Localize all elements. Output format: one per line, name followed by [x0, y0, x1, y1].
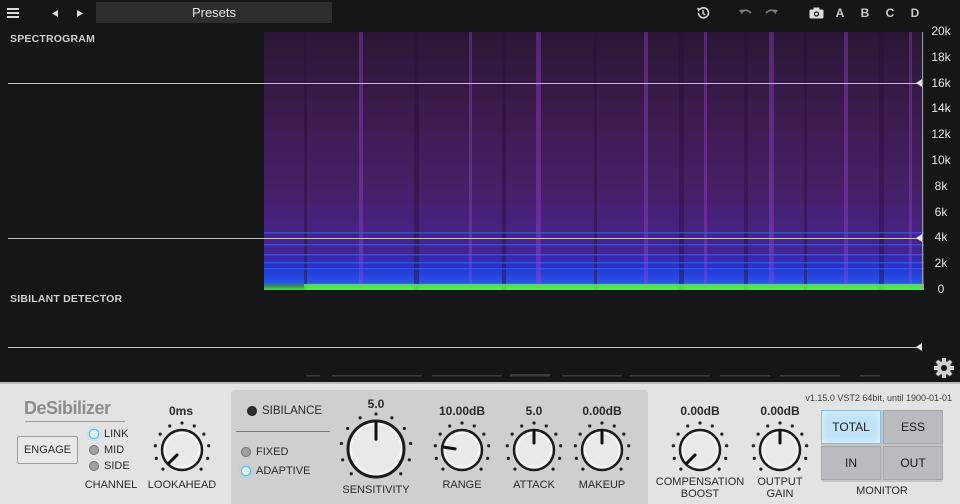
next-preset-button[interactable]: [73, 3, 87, 23]
undo-icon[interactable]: [736, 3, 756, 23]
version-text: v1.15.0 VST2 64bit, until 1900-01-01: [805, 393, 952, 403]
engage-button[interactable]: ENGAGE: [17, 436, 78, 464]
detector-title: SIBILANT DETECTOR: [10, 293, 123, 305]
detector-threshold-handle[interactable]: [916, 343, 922, 351]
freq-label: 20k: [931, 24, 951, 38]
reset-icon[interactable]: [692, 3, 714, 23]
plugin-logo: DeSibilizer: [24, 398, 111, 418]
spectrogram-title: SPECTROGRAM: [10, 33, 96, 45]
gear-icon[interactable]: [933, 357, 955, 379]
channel-mid-radio[interactable]: [89, 445, 99, 455]
output-gain-knob[interactable]: [749, 418, 811, 478]
upper-threshold-line[interactable]: [8, 83, 920, 84]
freq-label: 10k: [931, 153, 951, 167]
output-gain-value: 0.00dB: [760, 404, 800, 418]
compensation-boost-knob[interactable]: [669, 418, 731, 478]
slot-a-button[interactable]: A: [832, 3, 848, 23]
makeup-knob[interactable]: [571, 418, 633, 478]
hamburger-icon[interactable]: [5, 3, 21, 23]
freq-label: 14k: [931, 101, 951, 116]
attack-knob[interactable]: [503, 418, 565, 478]
range-knob[interactable]: [431, 418, 493, 478]
sibilance-label: SIBILANCE: [262, 405, 323, 417]
attack-value: 5.0: [525, 404, 543, 418]
lookahead-knob[interactable]: [151, 418, 213, 478]
upper-threshold-handle[interactable]: [916, 79, 922, 87]
monitor-in-button[interactable]: IN: [821, 446, 881, 480]
detector-activity-trace: [306, 374, 880, 377]
lookahead-value: 0ms: [168, 404, 194, 418]
compensation-boost-label-line2: BOOST: [680, 488, 720, 500]
lower-threshold-handle[interactable]: [916, 234, 922, 242]
output-gain-label-line1: OUTPUT: [757, 476, 803, 488]
output-gain-label-line2: GAIN: [766, 488, 794, 500]
range-value: 10.00dB: [438, 404, 486, 418]
channel-side-radio[interactable]: [89, 461, 99, 471]
freq-label: 12k: [931, 127, 951, 142]
presets-dropdown[interactable]: Presets: [96, 2, 332, 23]
previous-preset-button[interactable]: [48, 3, 62, 23]
lower-threshold-line[interactable]: [8, 238, 920, 239]
freq-label: 6k: [934, 204, 948, 219]
toolbar: Presets A B C D: [0, 0, 960, 26]
compensation-boost-label-line1: COMPENSATION: [655, 476, 745, 488]
lookahead-label: LOOKAHEAD: [147, 479, 217, 491]
mode-fixed-radio[interactable]: [241, 447, 251, 457]
channel-label: CHANNEL: [84, 479, 138, 491]
monitor-total-button[interactable]: TOTAL: [821, 410, 881, 444]
sibilance-indicator: [247, 406, 257, 416]
output-gain-label: OUTPUT GAIN: [740, 476, 820, 500]
freq-label: 8k: [934, 178, 948, 193]
compensation-boost-value: 0.00dB: [680, 404, 720, 418]
makeup-label: MAKEUP: [578, 479, 626, 491]
monitor-label: MONITOR: [856, 485, 908, 497]
frequency-axis-line: [922, 32, 923, 290]
sensitivity-label: SENSITIVITY: [342, 484, 410, 496]
slot-c-button[interactable]: C: [882, 3, 898, 23]
mode-fixed-label[interactable]: FIXED: [256, 446, 288, 458]
channel-link-radio[interactable]: [89, 429, 99, 439]
channel-link-label[interactable]: LINK: [104, 428, 128, 440]
freq-label: 4k: [934, 230, 948, 245]
sibilance-divider: [236, 431, 330, 432]
redo-icon[interactable]: [761, 3, 781, 23]
spectrogram-streaks: [264, 32, 924, 290]
freq-label: 0: [937, 282, 945, 296]
sensitivity-value: 5.0: [367, 397, 385, 411]
triangle-right-icon: [77, 9, 83, 17]
slot-b-button[interactable]: B: [857, 3, 873, 23]
makeup-value: 0.00dB: [582, 404, 622, 418]
freq-label: 2k: [934, 256, 948, 271]
mode-adaptive-label[interactable]: ADAPTIVE: [256, 465, 310, 477]
sensitivity-knob[interactable]: [336, 410, 416, 484]
monitor-ess-button[interactable]: ESS: [883, 410, 943, 444]
channel-mid-label[interactable]: MID: [104, 444, 124, 456]
slot-d-button[interactable]: D: [907, 3, 923, 23]
camera-icon[interactable]: [806, 3, 826, 23]
channel-side-label[interactable]: SIDE: [104, 460, 130, 472]
mode-adaptive-radio[interactable]: [241, 466, 251, 476]
monitor-out-button[interactable]: OUT: [883, 446, 943, 480]
triangle-left-icon: [52, 9, 58, 17]
logo-underline: [25, 421, 125, 422]
freq-label: 16k: [931, 75, 951, 90]
range-label: RANGE: [442, 479, 482, 491]
freq-label: 18k: [931, 49, 951, 64]
detector-threshold-line[interactable]: [8, 347, 920, 348]
spectrogram-display: [264, 32, 924, 290]
compensation-boost-label: COMPENSATION BOOST: [648, 476, 752, 500]
